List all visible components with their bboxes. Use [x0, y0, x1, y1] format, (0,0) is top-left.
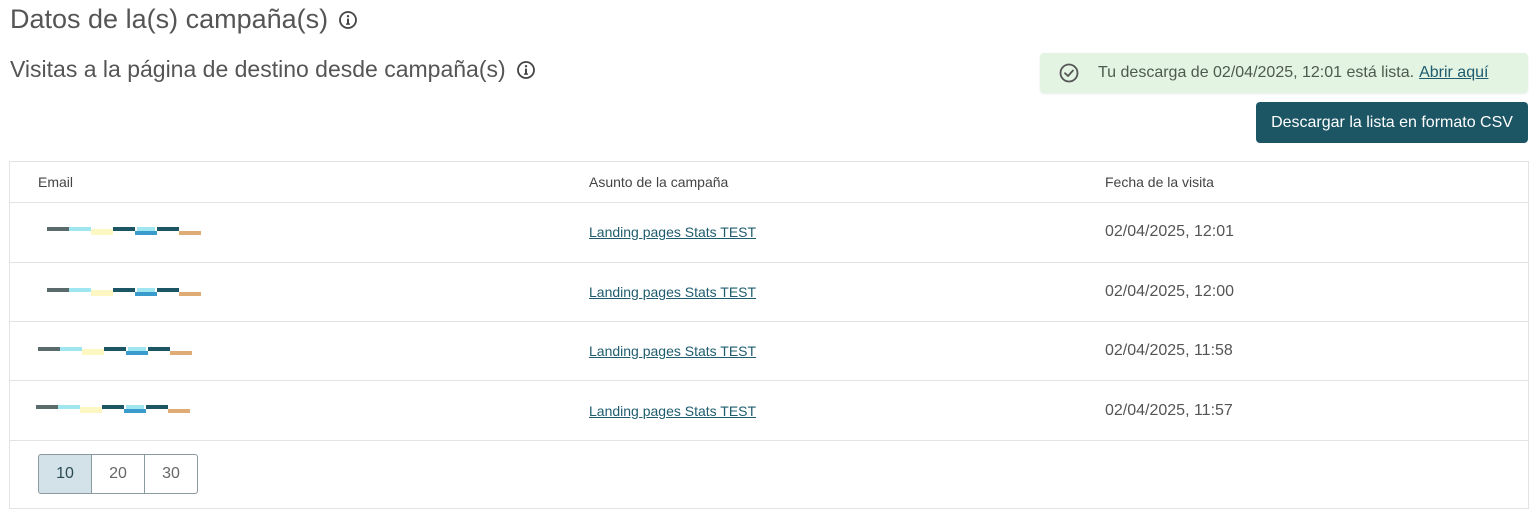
column-header-subject[interactable]: Asunto de la campaña	[589, 174, 728, 190]
page-title-text: Datos de la(s) campaña(s)	[10, 4, 329, 34]
page-size-30-button[interactable]: 30	[144, 454, 198, 494]
info-icon[interactable]	[516, 60, 536, 80]
visits-table: Email Asunto de la campaña Fecha de la v…	[9, 161, 1529, 509]
campaign-subject-link[interactable]: Landing pages Stats TEST	[589, 343, 756, 359]
redacted-email	[47, 227, 207, 235]
campaign-subject-link[interactable]: Landing pages Stats TEST	[589, 224, 756, 240]
table-row: Landing pages Stats TEST 02/04/2025, 12:…	[10, 262, 1528, 322]
column-header-email[interactable]: Email	[38, 174, 73, 190]
campaign-subject-link[interactable]: Landing pages Stats TEST	[589, 284, 756, 300]
campaign-subject-link[interactable]: Landing pages Stats TEST	[589, 403, 756, 419]
visit-date: 02/04/2025, 11:58	[1105, 342, 1233, 359]
visit-date: 02/04/2025, 12:01	[1105, 223, 1235, 240]
table-row: Landing pages Stats TEST 02/04/2025, 11:…	[10, 321, 1528, 381]
table-row: Landing pages Stats TEST 02/04/2025, 12:…	[10, 203, 1528, 263]
visit-date: 02/04/2025, 11:57	[1105, 402, 1233, 419]
download-ready-toast: Tu descarga de 02/04/2025, 12:01 está li…	[1040, 53, 1528, 93]
table-row: Landing pages Stats TEST 02/04/2025, 11:…	[10, 381, 1528, 441]
column-header-date[interactable]: Fecha de la visita	[1105, 174, 1214, 190]
table-header-row: Email Asunto de la campaña Fecha de la v…	[10, 162, 1528, 203]
page-size-selector: 10 20 30	[38, 454, 198, 494]
section-subtitle-text: Visitas a la página de destino desde cam…	[10, 56, 506, 82]
info-icon[interactable]	[338, 10, 358, 30]
check-circle-icon	[1058, 62, 1080, 84]
redacted-email	[36, 405, 196, 413]
toast-message: Tu descarga de 02/04/2025, 12:01 está li…	[1098, 64, 1415, 81]
toast-open-link[interactable]: Abrir aquí	[1419, 64, 1488, 82]
section-subtitle: Visitas a la página de destino desde cam…	[10, 56, 536, 83]
visit-date: 02/04/2025, 12:00	[1105, 283, 1235, 300]
page-size-10-button[interactable]: 10	[38, 454, 92, 494]
page-title: Datos de la(s) campaña(s)	[10, 4, 358, 35]
redacted-email	[47, 288, 207, 296]
redacted-email	[38, 347, 198, 355]
page-size-20-button[interactable]: 20	[91, 454, 145, 494]
download-csv-button[interactable]: Descargar la lista en formato CSV	[1256, 102, 1528, 143]
